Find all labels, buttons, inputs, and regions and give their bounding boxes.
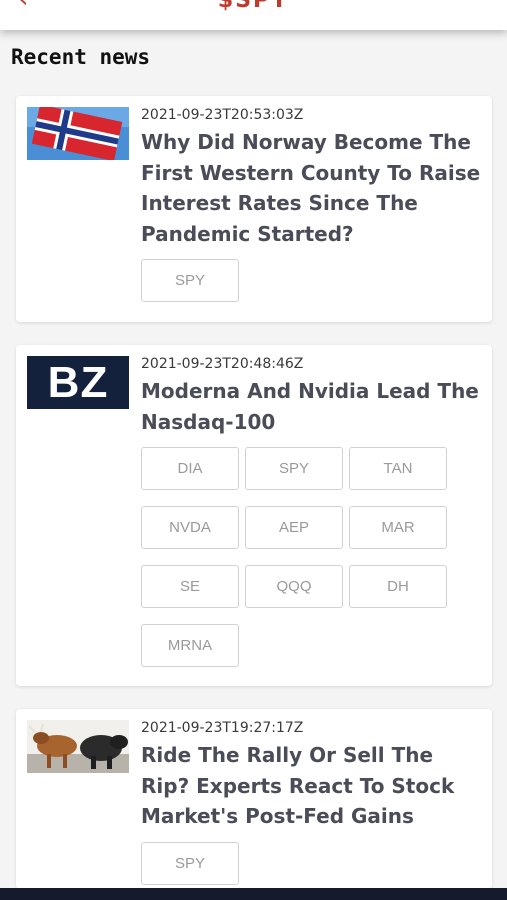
ticker-chip[interactable]: SPY xyxy=(245,447,343,490)
news-date: 2021-09-23T20:53:03Z xyxy=(141,107,304,123)
news-card[interactable]: 2021-09-23T20:53:03Z Why Did Norway Beco… xyxy=(16,96,492,322)
ticker-chip[interactable]: SPY xyxy=(141,259,239,302)
news-card[interactable]: BZ 2021-09-23T20:48:46Z Moderna And Nvid… xyxy=(16,345,492,686)
ticker-chip[interactable]: MAR xyxy=(349,506,447,549)
news-headline[interactable]: Moderna And Nvidia Lead The Nasdaq-100 xyxy=(141,376,486,437)
ticker-chip[interactable]: MRNA xyxy=(141,624,239,667)
section-title: Recent news xyxy=(11,45,151,69)
news-card[interactable]: 2021-09-23T19:27:17Z Ride The Rally Or S… xyxy=(16,709,492,889)
page-title: $SPY xyxy=(217,0,290,13)
ticker-chip[interactable]: QQQ xyxy=(245,565,343,608)
bottom-navigation-bar xyxy=(0,888,507,900)
benzinga-logo-image: BZ xyxy=(27,356,129,409)
news-headline[interactable]: Why Did Norway Become The First Western … xyxy=(141,127,486,249)
ticker-chip[interactable]: TAN xyxy=(349,447,447,490)
ticker-chip[interactable]: DH xyxy=(349,565,447,608)
news-date: 2021-09-23T20:48:46Z xyxy=(141,356,304,372)
ticker-chip[interactable]: SPY xyxy=(141,842,239,885)
bull-bear-image xyxy=(27,720,129,773)
ticker-chip[interactable]: SE xyxy=(141,565,239,608)
news-headline[interactable]: Ride The Rally Or Sell The Rip? Experts … xyxy=(141,740,486,832)
top-app-bar: ‹ $SPY xyxy=(0,0,507,30)
ticker-chip[interactable]: AEP xyxy=(245,506,343,549)
ticker-chip[interactable]: NVDA xyxy=(141,506,239,549)
ticker-chip[interactable]: DIA xyxy=(141,447,239,490)
news-date: 2021-09-23T19:27:17Z xyxy=(141,720,304,736)
norway-flag-image xyxy=(27,107,129,160)
